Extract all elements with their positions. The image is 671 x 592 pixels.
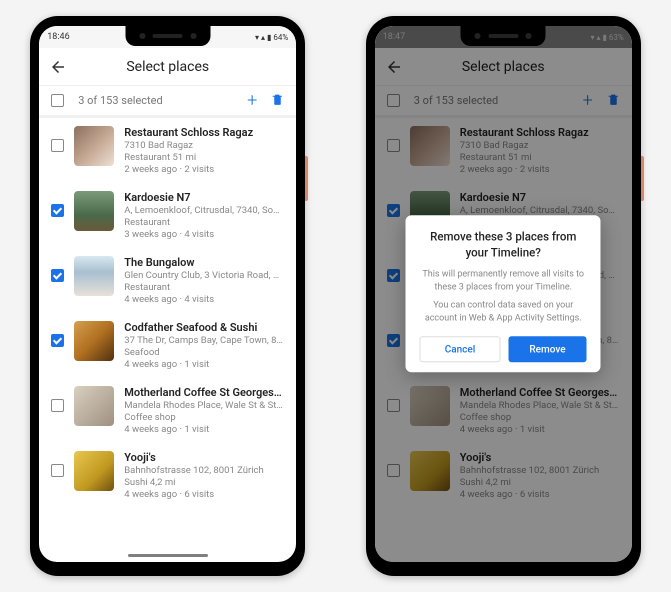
place-address: 7310 Bad Ragaz bbox=[124, 140, 284, 151]
signal-icon: ▴ bbox=[261, 33, 265, 42]
list-item[interactable]: Kardoesie N7A, Lemoenkloof, Citrusdal, 7… bbox=[49, 183, 286, 248]
place-name: The Bungalow bbox=[124, 256, 284, 269]
place-name: Motherland Coffee St Georges… bbox=[124, 386, 284, 399]
dialog-actions: Cancel Remove bbox=[420, 337, 587, 363]
selection-bar: 3 of 153 selected + bbox=[39, 86, 296, 118]
item-checkbox[interactable] bbox=[51, 269, 64, 282]
list-item[interactable]: The BungalowGlen Country Club, 3 Victori… bbox=[49, 248, 286, 313]
status-right: ▾ ▴ ▮ 64% bbox=[255, 33, 288, 42]
screen-right: 18:47 ▾ ▴ ▮ 63% Select places 3 of 153 s… bbox=[375, 26, 632, 562]
place-info: Restaurant Schloss Ragaz7310 Bad RagazRe… bbox=[124, 126, 284, 175]
list-item[interactable]: Yooji'sBahnhofstrasse 102, 8001 ZürichSu… bbox=[49, 443, 286, 508]
item-checkbox[interactable] bbox=[51, 464, 64, 477]
list-item[interactable]: Codfather Seafood & Sushi37 The Dr, Camp… bbox=[49, 313, 286, 378]
place-address: Bahnhofstrasse 102, 8001 Zürich bbox=[124, 465, 284, 476]
remove-dialog: Remove these 3 places from your Timeline… bbox=[406, 215, 601, 372]
place-address: Glen Country Club, 3 Victoria Road, Cli… bbox=[124, 270, 284, 281]
selection-count: 3 of 153 selected bbox=[78, 94, 247, 107]
place-thumbnail bbox=[74, 321, 114, 361]
place-type: Seafood bbox=[124, 347, 284, 358]
item-checkbox[interactable] bbox=[51, 399, 64, 412]
notch bbox=[461, 26, 546, 46]
cancel-button[interactable]: Cancel bbox=[420, 337, 501, 363]
place-thumbnail bbox=[74, 451, 114, 491]
place-address: Mandela Rhodes Place, Wale St & St G… bbox=[124, 400, 284, 411]
place-info: Kardoesie N7A, Lemoenkloof, Citrusdal, 7… bbox=[124, 191, 284, 240]
add-icon[interactable]: + bbox=[247, 92, 257, 110]
place-meta: 4 weeks ago · 1 visit bbox=[124, 424, 284, 435]
place-meta: 4 weeks ago · 6 visits bbox=[124, 489, 284, 500]
page-title: Select places bbox=[49, 59, 286, 75]
delete-icon[interactable] bbox=[271, 93, 284, 109]
notch bbox=[125, 26, 210, 46]
list-item[interactable]: Motherland Coffee St Georges…Mandela Rho… bbox=[49, 378, 286, 443]
place-info: Motherland Coffee St Georges…Mandela Rho… bbox=[124, 386, 284, 435]
place-thumbnail bbox=[74, 386, 114, 426]
place-name: Codfather Seafood & Sushi bbox=[124, 321, 284, 334]
place-info: Yooji'sBahnhofstrasse 102, 8001 ZürichSu… bbox=[124, 451, 284, 500]
place-meta: 3 weeks ago · 4 visits bbox=[124, 229, 284, 240]
item-checkbox[interactable] bbox=[51, 139, 64, 152]
place-meta: 4 weeks ago · 1 visit bbox=[124, 359, 284, 370]
dialog-body-1: This will permanently remove all visits … bbox=[420, 268, 587, 293]
wifi-icon: ▾ bbox=[255, 33, 259, 42]
place-type: Sushi 4,2 mi bbox=[124, 477, 284, 488]
place-thumbnail bbox=[74, 256, 114, 296]
home-indicator bbox=[128, 554, 208, 557]
item-checkbox[interactable] bbox=[51, 334, 64, 347]
place-name: Kardoesie N7 bbox=[124, 191, 284, 204]
status-time: 18:46 bbox=[47, 32, 69, 42]
dialog-body-2: You can control data saved on your accou… bbox=[420, 300, 587, 325]
phone-right: 18:47 ▾ ▴ ▮ 63% Select places 3 of 153 s… bbox=[366, 16, 641, 576]
place-meta: 4 weeks ago · 4 visits bbox=[124, 294, 284, 305]
list-item[interactable]: Restaurant Schloss Ragaz7310 Bad RagazRe… bbox=[49, 118, 286, 183]
place-thumbnail bbox=[74, 191, 114, 231]
place-name: Restaurant Schloss Ragaz bbox=[124, 126, 284, 139]
places-list[interactable]: Restaurant Schloss Ragaz7310 Bad RagazRe… bbox=[39, 118, 296, 562]
place-meta: 2 weeks ago · 2 visits bbox=[124, 164, 284, 175]
battery-icon: ▮ bbox=[267, 33, 271, 42]
phone-left: 18:46 ▾ ▴ ▮ 64% Select places 3 of 153 s… bbox=[30, 16, 305, 576]
battery-text: 64% bbox=[273, 33, 288, 42]
place-type: Restaurant bbox=[124, 282, 284, 293]
item-checkbox[interactable] bbox=[51, 204, 64, 217]
place-type: Restaurant 51 mi bbox=[124, 152, 284, 163]
place-type: Coffee shop bbox=[124, 412, 284, 423]
place-thumbnail bbox=[74, 126, 114, 166]
remove-button[interactable]: Remove bbox=[508, 337, 587, 363]
place-address: 37 The Dr, Camps Bay, Cape Town, 80… bbox=[124, 335, 284, 346]
place-info: Codfather Seafood & Sushi37 The Dr, Camp… bbox=[124, 321, 284, 370]
dialog-title: Remove these 3 places from your Timeline… bbox=[420, 229, 587, 260]
place-address: A, Lemoenkloof, Citrusdal, 7340, Sout… bbox=[124, 205, 284, 216]
app-bar: Select places bbox=[39, 48, 296, 86]
place-info: The BungalowGlen Country Club, 3 Victori… bbox=[124, 256, 284, 305]
screen-left: 18:46 ▾ ▴ ▮ 64% Select places 3 of 153 s… bbox=[39, 26, 296, 562]
select-all-checkbox[interactable] bbox=[51, 94, 64, 107]
place-name: Yooji's bbox=[124, 451, 284, 464]
place-type: Restaurant bbox=[124, 217, 284, 228]
